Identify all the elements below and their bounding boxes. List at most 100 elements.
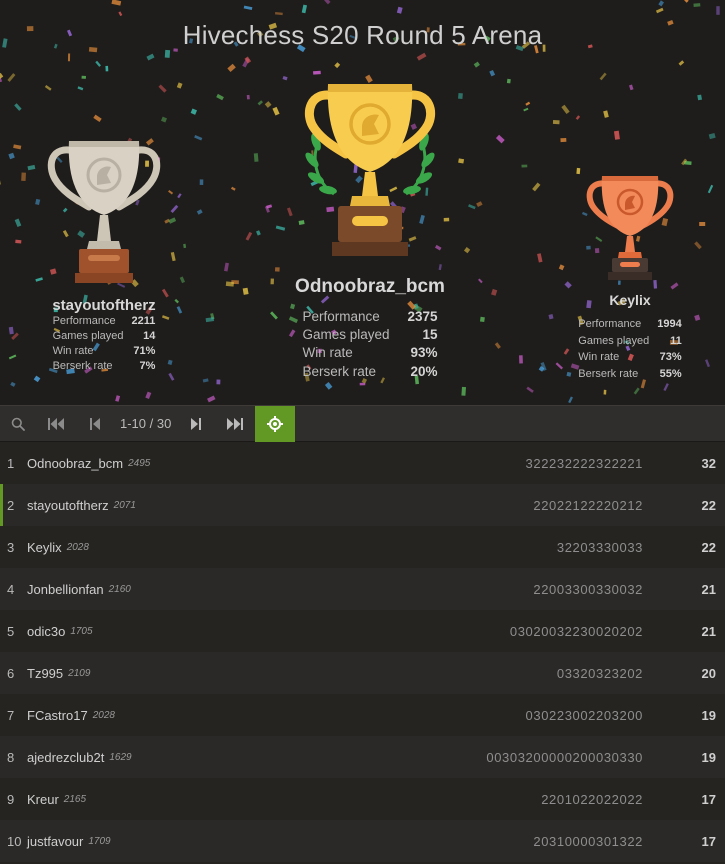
total-score: 20	[701, 665, 716, 681]
standings-row[interactable]: 8 ajedrezclub2t 1629 0030320000020003033…	[0, 736, 725, 778]
score-sheet: 22022122220212	[533, 497, 643, 513]
score-sheet: 22003300330032	[533, 581, 643, 597]
rank: 9	[7, 791, 15, 807]
second-place-stats: Performance 2211 Games played 14 Win rate 7…	[53, 314, 156, 373]
total-score: 21	[701, 581, 716, 597]
score-sheet: 322232222322221	[525, 455, 643, 471]
last-page-icon	[227, 417, 244, 430]
rank: 1	[7, 455, 15, 471]
rank: 5	[7, 623, 15, 639]
player-name[interactable]: Keylix	[27, 540, 62, 555]
rank: 8	[7, 749, 15, 765]
tournament-title: Hivechess S20 Round 5 Arena	[182, 20, 543, 50]
first-page-button[interactable]	[36, 406, 76, 442]
stat-label: Berserk rate	[302, 363, 376, 379]
standings-row[interactable]: 10 justfavour 1709 20310000301322 17	[0, 820, 725, 862]
stat-label: Berserk rate	[578, 367, 639, 380]
my-position-button[interactable]	[255, 405, 296, 442]
stat-label: Win rate	[302, 345, 353, 361]
total-score: 21	[701, 623, 716, 639]
search-icon	[11, 417, 25, 431]
player-name[interactable]: justfavour	[27, 834, 83, 849]
player-rating: 2028	[92, 709, 115, 721]
next-page-button[interactable]	[177, 406, 215, 442]
stat-value: 55%	[659, 367, 682, 380]
previous-page-button[interactable]	[76, 406, 114, 442]
score-sheet: 03020032230020202	[509, 623, 643, 639]
third-place-username[interactable]: Keylix	[565, 292, 695, 308]
podium-second-place: stayoutoftherz Performance 2211 Games pla…	[24, 135, 184, 373]
silver-trophy-icon	[47, 141, 161, 283]
first-place-username[interactable]: Odnoobraz_bcm	[270, 276, 470, 298]
stat-value: 7%	[139, 359, 156, 372]
rank: 10	[7, 833, 22, 849]
player-name[interactable]: Kreur	[27, 792, 59, 807]
standings-row[interactable]: 5 odic3o 1705 03020032230020202 21	[0, 610, 725, 652]
player-name[interactable]: Tz995	[27, 666, 63, 681]
total-score: 19	[701, 707, 716, 723]
podium-third-place: Keylix Performance 1994 Games played 11 Wi…	[565, 172, 695, 382]
stat-label: Berserk rate	[52, 359, 113, 372]
player-rating: 2165	[63, 793, 87, 805]
standings-table: 1 Odnoobraz_bcm 2495 322232222322221 32 …	[0, 442, 725, 862]
stat-label: Win rate	[578, 351, 620, 363]
podium: Hivechess S20 Round 5 Arena stayoutofthe…	[0, 0, 725, 405]
player-name[interactable]: ajedrezclub2t	[27, 750, 104, 765]
rank: 6	[7, 665, 15, 681]
standings-row[interactable]: 3 Keylix 2028 32203330033 22	[0, 526, 725, 568]
previous-page-icon	[90, 417, 100, 430]
standings-row[interactable]: 6 Tz995 2109 03320323202 20	[0, 652, 725, 694]
stat-label: Performance	[578, 318, 642, 330]
search-button[interactable]	[0, 406, 36, 442]
player-name[interactable]: Odnoobraz_bcm	[27, 456, 123, 471]
total-score: 17	[701, 833, 716, 849]
target-icon	[267, 415, 284, 432]
player-name[interactable]: Jonbellionfan	[27, 582, 104, 597]
stat-value: 14	[143, 329, 156, 342]
player-rating: 2028	[66, 541, 89, 553]
stat-value: 93%	[410, 345, 438, 361]
stat-value: 15	[422, 327, 438, 343]
player-rating: 1705	[70, 625, 93, 637]
stat-value: 73%	[659, 351, 682, 363]
standings-row[interactable]: 9 Kreur 2165 2201022022022 17	[0, 778, 725, 820]
page-range: 1-10 / 30	[120, 416, 172, 431]
standings-row[interactable]: 2 stayoutoftherz 2071 22022122220212 22	[0, 484, 725, 526]
score-sheet: 03320323202	[556, 665, 643, 681]
last-page-button[interactable]	[215, 406, 255, 442]
third-place-stats: Performance 1994 Games played 11 Win rate 7…	[578, 316, 681, 382]
first-place-stats: Performance 2375 Games played 15 Win rate 9…	[302, 308, 437, 381]
player-name[interactable]: FCastro17	[27, 708, 88, 723]
stat-label: Games played	[578, 334, 650, 347]
player-rating: 2495	[128, 457, 151, 469]
player-rating: 2160	[108, 583, 131, 595]
rank: 3	[7, 539, 15, 555]
score-sheet: 030223002203200	[525, 707, 643, 723]
stat-value: 2375	[407, 309, 438, 324]
stat-value: 20%	[410, 363, 438, 379]
stat-label: Win rate	[52, 344, 94, 357]
player-rating: 2109	[68, 667, 91, 679]
player-rating: 1629	[109, 751, 132, 763]
player-rating: 1709	[88, 835, 111, 847]
total-score: 22	[701, 497, 716, 513]
stat-value: 1994	[657, 318, 682, 330]
gold-trophy-icon	[304, 84, 436, 256]
standings-row[interactable]: 1 Odnoobraz_bcm 2495 322232222322221 32	[0, 442, 725, 484]
player-name[interactable]: odic3o	[27, 624, 65, 639]
standings-pager: 1-10 / 30	[0, 405, 725, 442]
score-sheet: 00303200000200030330	[486, 749, 643, 765]
stat-value: 71%	[133, 344, 156, 357]
score-sheet: 32203330033	[556, 539, 643, 555]
rank: 2	[7, 497, 15, 513]
standings-row[interactable]: 4 Jonbellionfan 2160 22003300330032 21	[0, 568, 725, 610]
total-score: 19	[701, 749, 716, 765]
rank: 7	[7, 707, 15, 723]
stat-label: Performance	[302, 309, 380, 324]
player-name[interactable]: stayoutoftherz	[27, 498, 109, 513]
score-sheet: 20310000301322	[533, 833, 643, 849]
standings-row[interactable]: 7 FCastro17 2028 030223002203200 19	[0, 694, 725, 736]
stat-value: 2211	[131, 315, 156, 327]
total-score: 32	[701, 455, 716, 471]
second-place-username[interactable]: stayoutoftherz	[24, 297, 184, 314]
